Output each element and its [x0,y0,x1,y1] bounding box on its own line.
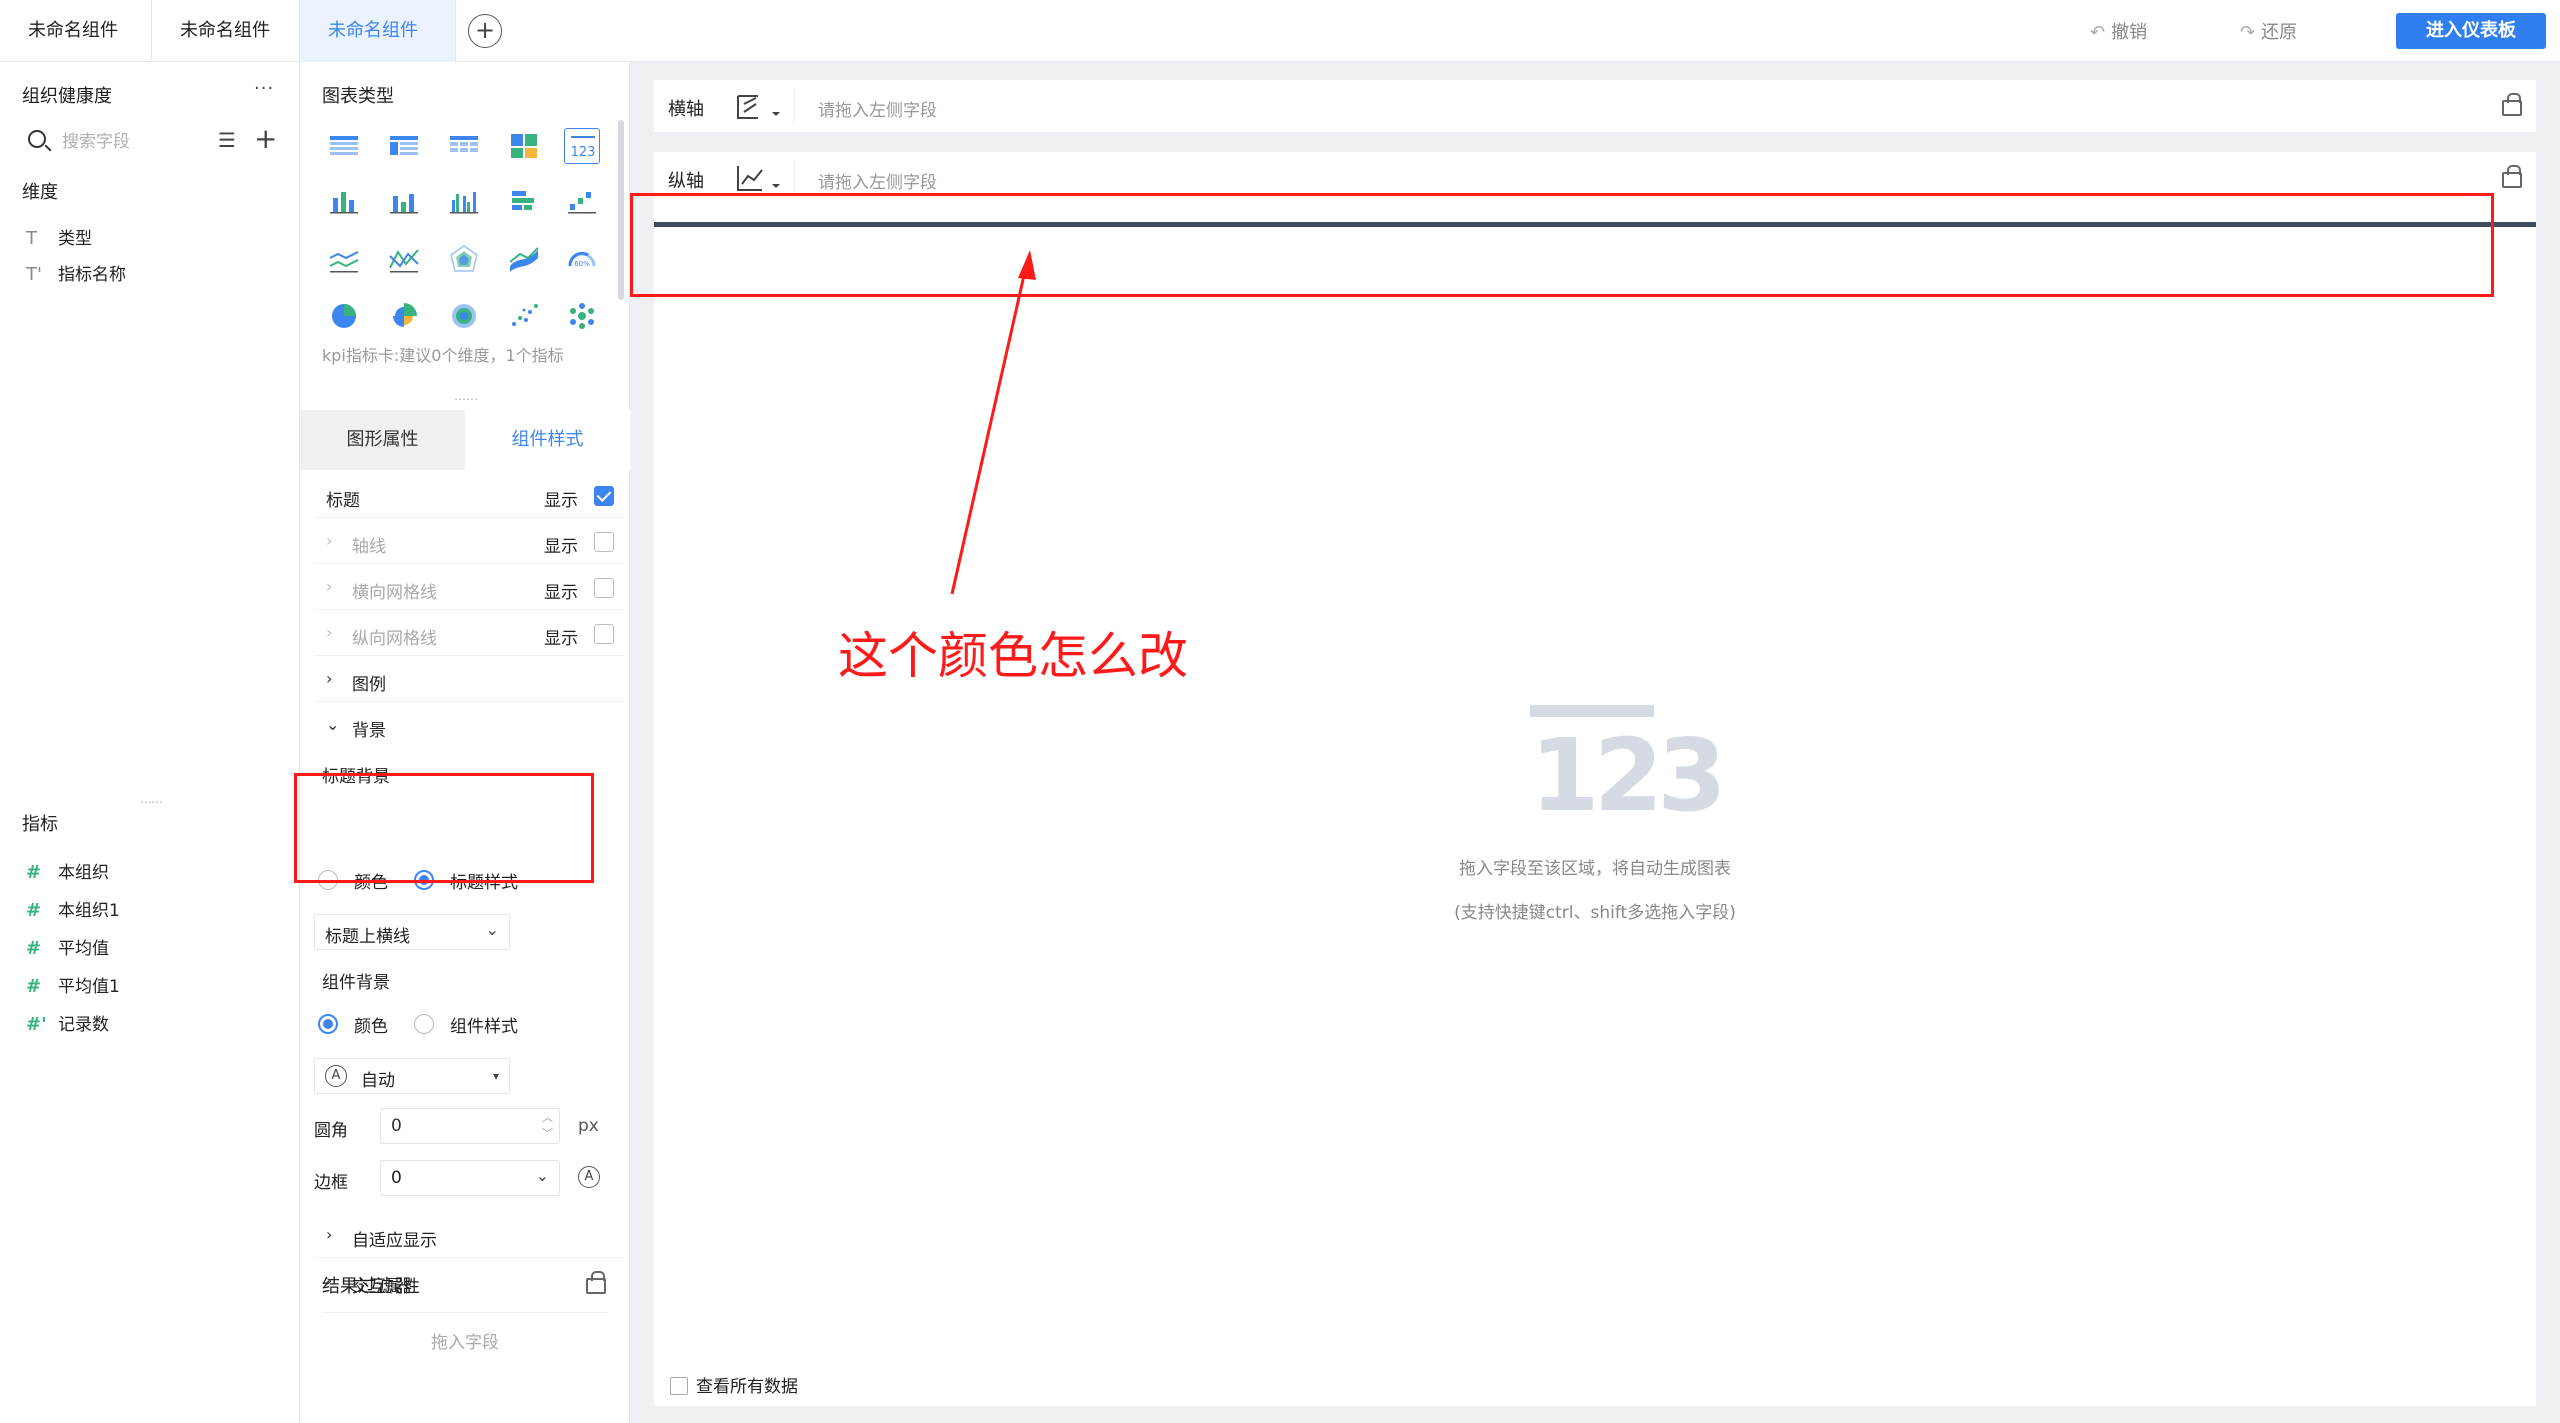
annotation-text: 这个颜色怎么改 [838,627,1188,685]
bi-editor: 未命名组件 未命名组件1 未命名组件11 + ↶撤销 ↷还原 进入仪表板 组织健… [0,0,2560,1423]
annotation-arrow [950,250,1036,595]
